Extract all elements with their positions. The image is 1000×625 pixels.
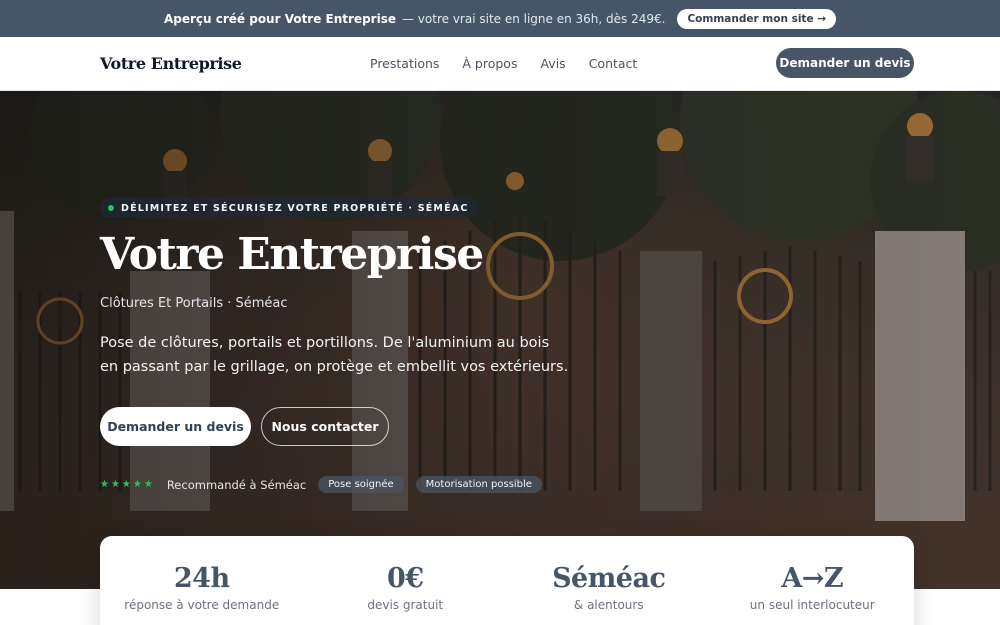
nav-item-prestations[interactable]: Prestations: [370, 56, 439, 71]
banner-strong-text: Aperçu créé pour Votre Entreprise: [163, 11, 396, 26]
trust-text: Recommandé à Séméac: [166, 477, 307, 492]
stat-item: 0€ devis gratuit: [304, 536, 508, 625]
banner-text: — votre vrai site en ligne en 36h, dès 2…: [401, 11, 666, 26]
stat-label: devis gratuit: [367, 598, 444, 612]
navbar: Votre Entreprise Prestations À propos Av…: [0, 37, 1000, 91]
stat-value: 0€: [386, 563, 424, 594]
feature-chip: Pose soignée: [318, 476, 404, 493]
promo-banner: Aperçu créé pour Votre Entreprise — votr…: [0, 0, 1000, 37]
hero-quote-button[interactable]: Demander un devis: [100, 407, 251, 446]
order-site-button[interactable]: Commander mon site →: [677, 8, 837, 29]
stat-item: A→Z un seul interlocuteur: [711, 536, 915, 625]
hero-description: Pose de clôtures, portails et portillons…: [100, 335, 569, 375]
hero-title: Votre Entreprise: [100, 229, 484, 280]
status-dot-icon: [108, 205, 114, 211]
nav-item-avis[interactable]: Avis: [540, 56, 565, 71]
stat-value: Séméac: [552, 563, 666, 594]
stats-card: 24h réponse à votre demande 0€ devis gra…: [100, 536, 914, 625]
hero-section: DÉLIMITEZ ET SÉCURISEZ VOTRE PROPRIÉTÉ ·…: [0, 91, 1000, 589]
hero-contact-button[interactable]: Nous contacter: [261, 407, 389, 446]
hero-eyebrow-text: DÉLIMITEZ ET SÉCURISEZ VOTRE PROPRIÉTÉ ·…: [121, 202, 469, 214]
stat-label: un seul interlocuteur: [749, 598, 875, 612]
nav-item-a-propos[interactable]: À propos: [462, 56, 517, 71]
nav-quote-button[interactable]: Demander un devis: [776, 48, 914, 78]
hero-subtitle: Clôtures Et Portails · Séméac: [100, 296, 288, 311]
rating-stars-icon: ★★★★★: [100, 479, 155, 490]
stat-item: 24h réponse à votre demande: [100, 536, 304, 625]
nav-item-contact[interactable]: Contact: [589, 56, 638, 71]
trust-row: ★★★★★ Recommandé à Séméac Pose soignée M…: [100, 476, 542, 493]
stat-label: réponse à votre demande: [124, 598, 280, 612]
nav-menu: Prestations À propos Avis Contact: [370, 56, 637, 71]
stat-label: & alentours: [573, 598, 644, 612]
feature-chip: Motorisation possible: [415, 476, 542, 493]
stat-item: Séméac & alentours: [507, 536, 711, 625]
stat-value: A→Z: [781, 563, 844, 594]
hero-eyebrow-badge: DÉLIMITEZ ET SÉCURISEZ VOTRE PROPRIÉTÉ ·…: [100, 198, 479, 218]
stat-value: 24h: [173, 563, 230, 594]
brand-logo[interactable]: Votre Entreprise: [100, 54, 242, 73]
